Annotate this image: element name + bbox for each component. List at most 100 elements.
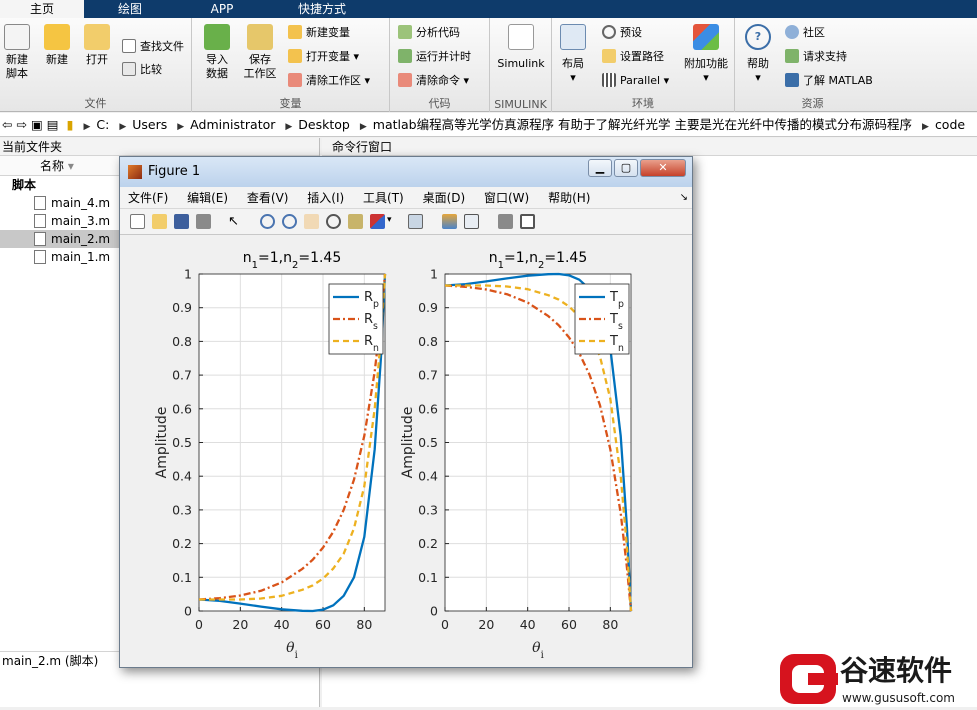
y-tick-label: 0.9 bbox=[418, 300, 438, 315]
breadcrumb-desktop[interactable]: Desktop bbox=[298, 113, 350, 136]
zoom-out-icon[interactable] bbox=[282, 214, 297, 229]
open-file-icon[interactable] bbox=[152, 214, 167, 229]
analyze-code-button[interactable]: 分析代码 bbox=[398, 24, 460, 42]
add-ons-label: 附加功能 bbox=[684, 57, 728, 70]
address-bar[interactable]: ⇦ ⇨ ▣ ▤ ▮ ▶ C: ▶ Users ▶ Administrator ▶ Desktop… bbox=[0, 113, 977, 137]
open-button[interactable]: 打开 bbox=[82, 24, 112, 67]
menu-file[interactable]: 文件(F) bbox=[128, 191, 168, 205]
ribbon-toolstrip: 新建 脚本 新建 打开 查找文件 比较 文件 导入 数据 保存 工作区 新建变量… bbox=[0, 18, 977, 112]
preferences-button[interactable]: 预设 bbox=[602, 24, 642, 42]
help-button[interactable]: ? 帮助 ▾ bbox=[743, 24, 773, 85]
group-simulink-label: SIMULINK bbox=[494, 98, 547, 111]
menu-tools[interactable]: 工具(T) bbox=[363, 191, 404, 205]
link-plot-icon[interactable] bbox=[408, 214, 423, 229]
menu-edit[interactable]: 编辑(E) bbox=[187, 191, 228, 205]
sort-down-icon: ▾ bbox=[67, 159, 74, 173]
hide-plot-tools-icon[interactable] bbox=[498, 214, 513, 229]
breadcrumb-project[interactable]: matlab编程高等光学仿真源程序 有助于了解光纤光学 主要是光在光纤中传播的模… bbox=[373, 113, 912, 136]
community-button[interactable]: 社区 bbox=[785, 24, 825, 42]
up-folder-icon[interactable]: ▣ bbox=[31, 117, 43, 132]
parallel-button[interactable]: Parallel ▾ bbox=[602, 72, 669, 90]
y-tick-label: 0.4 bbox=[418, 469, 438, 484]
import-data-button[interactable]: 导入 数据 bbox=[202, 24, 232, 81]
menu-desktop[interactable]: 桌面(D) bbox=[423, 191, 466, 205]
tab-shortcuts[interactable]: 快捷方式 bbox=[268, 0, 376, 18]
import-label: 导入 数据 bbox=[206, 53, 228, 80]
y-tick-label: 0.7 bbox=[418, 368, 438, 383]
clear-commands-button[interactable]: 清除命令 ▾ bbox=[398, 72, 469, 90]
breadcrumb-users[interactable]: Users bbox=[132, 113, 167, 136]
simulink-button[interactable]: Simulink bbox=[496, 24, 546, 71]
x-axis-label: θi bbox=[532, 640, 544, 661]
pan-icon[interactable] bbox=[304, 214, 319, 229]
browse-folder-icon[interactable]: ▤ bbox=[47, 117, 59, 132]
folder-open-icon bbox=[84, 24, 110, 50]
new-button[interactable]: 新建 bbox=[42, 24, 72, 67]
new-script-button[interactable]: 新建 脚本 bbox=[2, 24, 32, 81]
minimize-button[interactable]: ▁ bbox=[588, 159, 612, 177]
brush-dropdown-icon[interactable]: ▾ bbox=[387, 215, 392, 225]
set-path-button[interactable]: 设置路径 bbox=[602, 48, 664, 66]
run-and-time-button[interactable]: 运行并计时 bbox=[398, 48, 471, 66]
save-icon[interactable] bbox=[174, 214, 189, 229]
clear-workspace-button[interactable]: 清除工作区 ▾ bbox=[288, 72, 370, 90]
menubar-overflow-icon[interactable]: ↘ bbox=[680, 187, 688, 209]
breadcrumb-arrow-icon: ▶ bbox=[119, 122, 127, 132]
request-support-button[interactable]: 请求支持 bbox=[785, 48, 847, 66]
figure-title: Figure 1 bbox=[148, 164, 201, 179]
breadcrumb-arrow-icon: ▶ bbox=[177, 122, 185, 132]
data-cursor-icon[interactable] bbox=[348, 214, 363, 229]
learn-matlab-button[interactable]: 了解 MATLAB bbox=[785, 72, 873, 90]
group-resources-label: 资源 bbox=[801, 97, 824, 110]
close-button[interactable]: ✕ bbox=[640, 159, 686, 177]
watermark-logo: 谷速软件 www.gususoft.com bbox=[778, 651, 977, 707]
clear-workspace-label: 清除工作区 bbox=[306, 74, 361, 87]
layout-button[interactable]: 布局 ▾ bbox=[558, 24, 588, 85]
menu-help[interactable]: 帮助(H) bbox=[548, 191, 590, 205]
breadcrumb-administrator[interactable]: Administrator bbox=[190, 113, 275, 136]
print-icon[interactable] bbox=[196, 214, 211, 229]
show-plot-tools-icon[interactable] bbox=[520, 214, 535, 229]
brush-icon[interactable] bbox=[370, 214, 385, 229]
y-tick-label: 0.2 bbox=[418, 536, 438, 551]
find-files-button[interactable]: 查找文件 bbox=[122, 38, 184, 56]
forward-arrow-icon[interactable]: ⇨ bbox=[16, 117, 26, 132]
new-variable-button[interactable]: 新建变量 bbox=[288, 24, 350, 42]
group-code-label: 代码 bbox=[428, 97, 451, 110]
tab-plots[interactable]: 绘图 bbox=[84, 0, 176, 18]
import-icon bbox=[204, 24, 230, 50]
add-ons-button[interactable]: 附加功能 ▾ bbox=[682, 24, 730, 85]
menu-view[interactable]: 查看(V) bbox=[247, 191, 289, 205]
figure-window: Figure 1 ▁ ▢ ✕ 文件(F) 编辑(E) 查看(V) 插入(I) 工… bbox=[119, 156, 693, 668]
compare-button[interactable]: 比较 bbox=[122, 61, 162, 79]
new-label: 新建 bbox=[46, 53, 68, 66]
breadcrumb-arrow-icon: ▶ bbox=[359, 122, 367, 132]
maximize-button[interactable]: ▢ bbox=[614, 159, 638, 177]
group-environment: 布局 ▾ 预设 设置路径 Parallel ▾ 附加功能 ▾ 环境 bbox=[552, 18, 735, 112]
figure-titlebar[interactable]: Figure 1 ▁ ▢ ✕ bbox=[120, 157, 692, 187]
plot-canvas[interactable]: 0 20 40 60 80 0 0.1 0.2 0.3 0.4 0.5 0.6 0.7 0.8 0.9 1 n1… bbox=[125, 241, 687, 662]
breadcrumb-code[interactable]: code bbox=[935, 113, 965, 136]
group-resources: ? 帮助 ▾ 社区 请求支持 了解 MATLAB 资源 bbox=[735, 18, 890, 112]
new-figure-icon[interactable] bbox=[130, 214, 145, 229]
y-tick-label: 0.5 bbox=[418, 435, 438, 450]
back-arrow-icon[interactable]: ⇦ bbox=[2, 117, 12, 132]
open-variable-button[interactable]: 打开变量 ▾ bbox=[288, 48, 359, 66]
y-tick-label: 0.6 bbox=[172, 401, 192, 416]
tab-home[interactable]: 主页 bbox=[0, 0, 84, 18]
menu-window[interactable]: 窗口(W) bbox=[484, 191, 529, 205]
group-environment-label: 环境 bbox=[632, 97, 654, 110]
group-simulink: Simulink SIMULINK bbox=[490, 18, 552, 112]
zoom-in-icon[interactable] bbox=[260, 214, 275, 229]
save-workspace-button[interactable]: 保存 工作区 bbox=[242, 24, 278, 81]
gear-icon bbox=[602, 25, 616, 39]
colorbar-icon[interactable] bbox=[442, 214, 457, 229]
tab-apps[interactable]: APP bbox=[176, 0, 268, 18]
menu-insert[interactable]: 插入(I) bbox=[307, 191, 344, 205]
pointer-icon[interactable]: ↖ bbox=[228, 214, 243, 229]
legend-icon[interactable] bbox=[464, 214, 479, 229]
y-tick-label: 0.1 bbox=[172, 570, 192, 585]
breadcrumb-c[interactable]: C: bbox=[96, 113, 109, 136]
help-icon: ? bbox=[745, 24, 771, 50]
rotate-3d-icon[interactable] bbox=[326, 214, 341, 229]
